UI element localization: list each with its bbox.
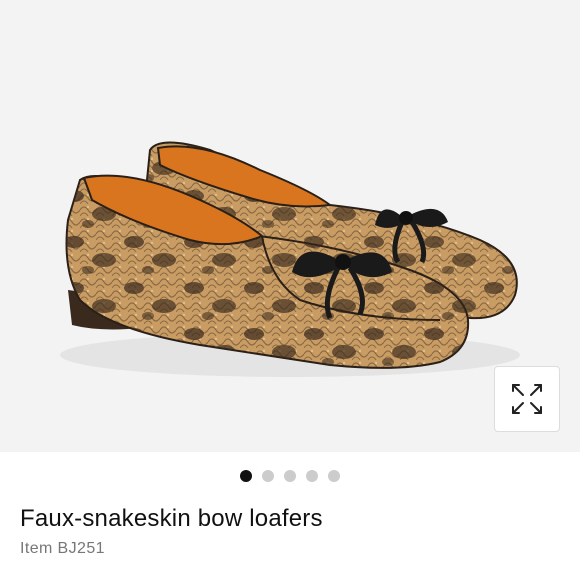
gallery-dot-3[interactable] [284,470,296,482]
gallery-dot-5[interactable] [328,470,340,482]
expand-arrows-icon [512,384,542,414]
product-image[interactable] [0,0,580,452]
item-number: Item BJ251 [20,540,105,557]
gallery-dot-1[interactable] [240,470,252,482]
product-title: Faux-snakeskin bow loafers [20,505,323,532]
gallery-dot-4[interactable] [306,470,318,482]
expand-image-button[interactable] [494,366,560,432]
gallery-pagination [0,470,580,482]
loafers-illustration [60,141,520,377]
gallery-dot-2[interactable] [262,470,274,482]
